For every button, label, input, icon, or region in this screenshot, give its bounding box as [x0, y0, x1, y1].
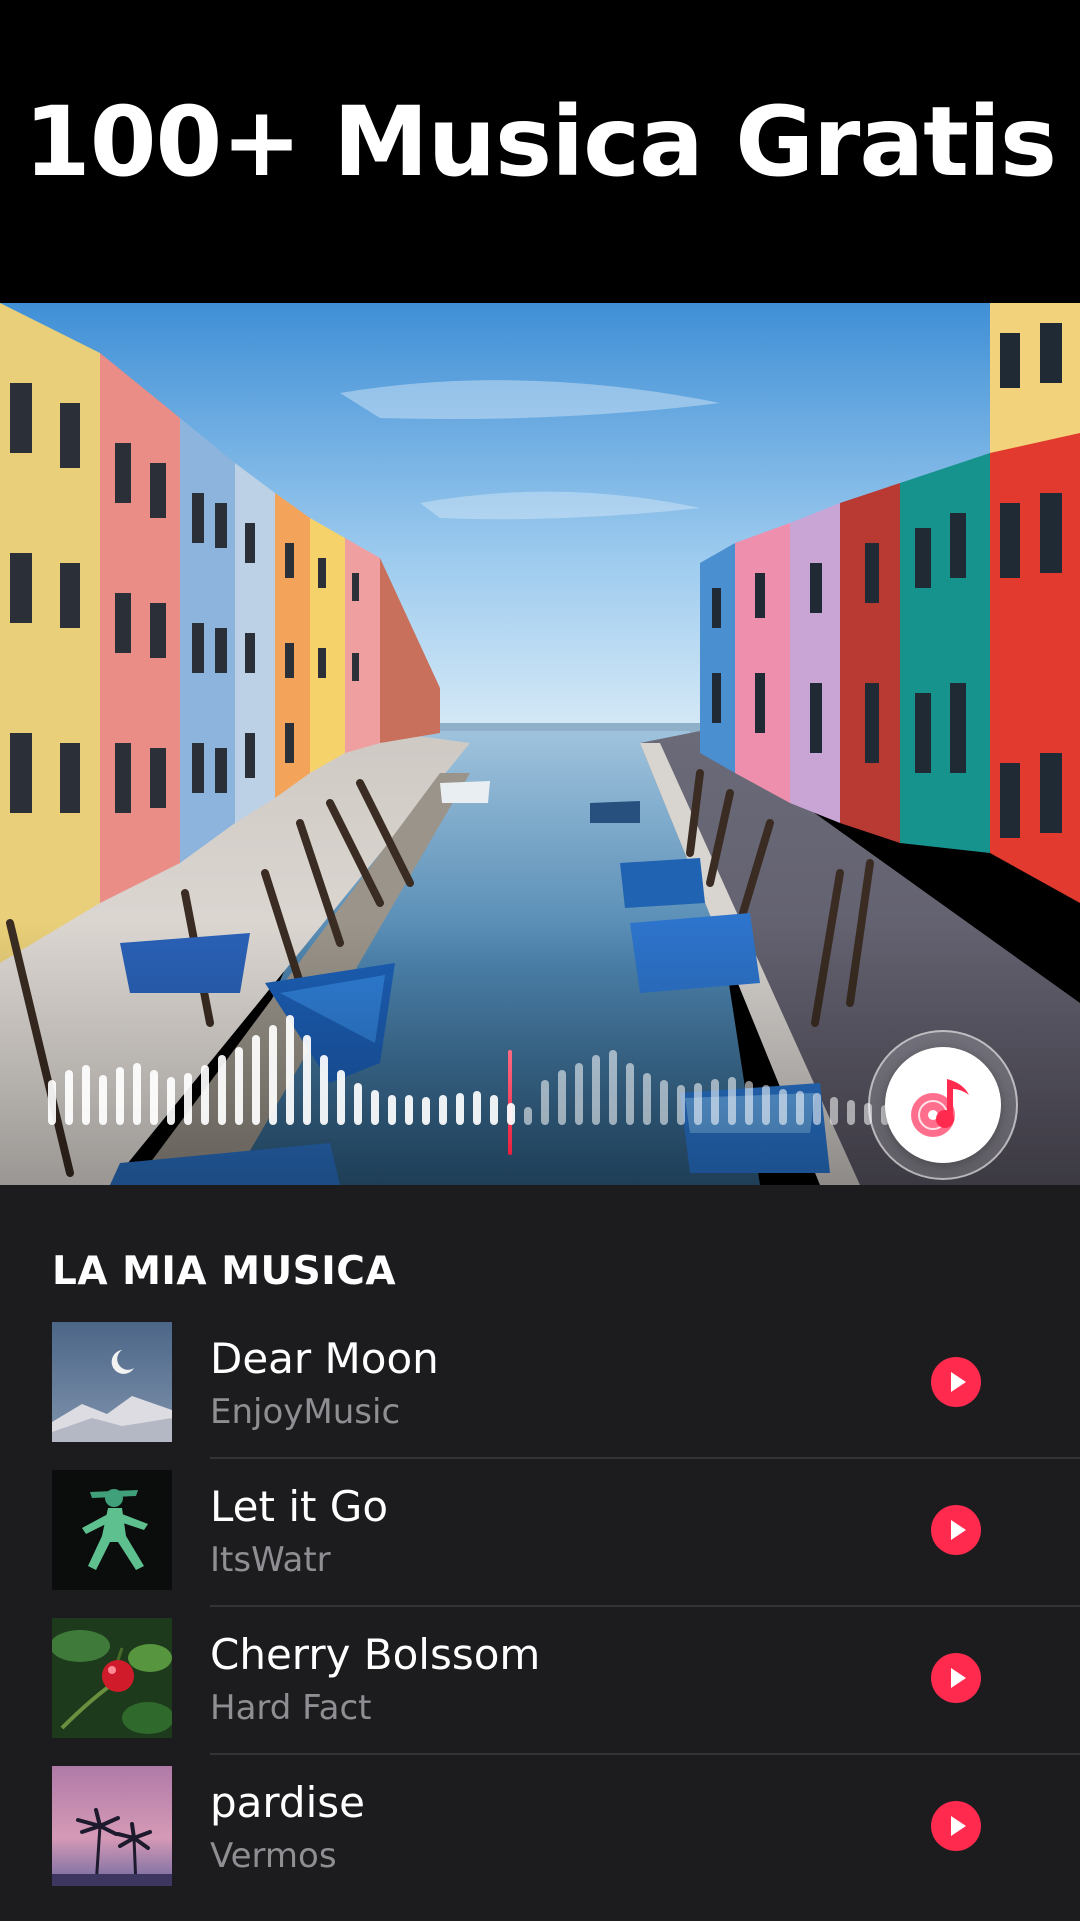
track-artist: Hard Fact: [210, 1688, 372, 1728]
waveform-bar: [575, 1063, 583, 1125]
waveform-bar: [320, 1055, 328, 1125]
waveform-bar: [235, 1047, 243, 1125]
waveform-bar: [796, 1091, 804, 1125]
track-artist: ItsWatr: [210, 1540, 331, 1580]
waveform-bar: [133, 1063, 141, 1125]
waveform-bar: [218, 1055, 226, 1125]
waveform-bar: [830, 1097, 838, 1125]
page-title: 100+ Musica Gratis: [23, 86, 1057, 198]
waveform-bar: [592, 1055, 600, 1125]
waveform-bar: [48, 1080, 56, 1125]
waveform-bar: [507, 1103, 515, 1125]
waveform-bar: [337, 1070, 345, 1125]
track-title: pardise: [210, 1778, 365, 1827]
waveform-bar: [371, 1090, 379, 1125]
my-music-section: LA MIA MUSICA Dear Moon EnjoyMusic Let i…: [0, 1185, 1080, 1921]
waveform-bar: [286, 1015, 294, 1125]
play-button[interactable]: [931, 1505, 981, 1555]
track-title: Let it Go: [210, 1482, 389, 1531]
play-icon: [951, 1520, 966, 1540]
waveform-bar: [269, 1025, 277, 1125]
waveform-bar: [184, 1073, 192, 1125]
track-artist: Vermos: [210, 1836, 337, 1876]
header: 100+ Musica Gratis: [0, 0, 1080, 303]
waveform-bar: [779, 1089, 787, 1125]
waveform-bar: [813, 1093, 821, 1125]
music-add-button[interactable]: [868, 1030, 1018, 1180]
play-button[interactable]: [931, 1801, 981, 1851]
walking-figure-thumbnail: [52, 1470, 172, 1590]
waveform-bar: [643, 1073, 651, 1125]
waveform-bar: [303, 1035, 311, 1125]
waveform-bar: [354, 1083, 362, 1125]
waveform-bar: [847, 1100, 855, 1125]
play-button[interactable]: [931, 1653, 981, 1703]
waveform-bar: [660, 1080, 668, 1125]
divider: [210, 1605, 1080, 1607]
waveform-bar: [626, 1063, 634, 1125]
waveform-bar: [762, 1085, 770, 1125]
waveform-bar: [150, 1070, 158, 1125]
play-button[interactable]: [931, 1357, 981, 1407]
waveform-bar: [711, 1079, 719, 1125]
waveform-bar: [456, 1093, 464, 1125]
play-icon: [951, 1668, 966, 1688]
waveform-bar: [677, 1085, 685, 1125]
waveform-bar: [65, 1070, 73, 1125]
track-title: Dear Moon: [210, 1334, 439, 1383]
section-title: LA MIA MUSICA: [52, 1249, 397, 1294]
waveform-bar: [490, 1095, 498, 1125]
waveform-bar: [201, 1065, 209, 1125]
waveform-bar: [405, 1095, 413, 1125]
track-artist: EnjoyMusic: [210, 1392, 401, 1432]
play-icon: [951, 1372, 966, 1392]
waveform-bar: [694, 1083, 702, 1125]
divider: [210, 1753, 1080, 1755]
track-row[interactable]: Let it Go ItsWatr: [0, 1470, 1080, 1618]
play-icon: [951, 1816, 966, 1836]
track-row[interactable]: Cherry Bolssom Hard Fact: [0, 1618, 1080, 1766]
track-row[interactable]: Dear Moon EnjoyMusic: [0, 1322, 1080, 1470]
track-title: Cherry Bolssom: [210, 1630, 541, 1679]
waveform-bar: [558, 1070, 566, 1125]
music-note-disc-icon: [911, 1079, 969, 1137]
divider: [210, 1457, 1080, 1459]
red-berry-thumbnail: [52, 1618, 172, 1738]
waveform-bar: [473, 1091, 481, 1125]
waveform-bar: [439, 1095, 447, 1125]
track-row[interactable]: pardise Vermos: [0, 1766, 1080, 1914]
moon-night-thumbnail: [52, 1322, 172, 1442]
waveform-bar: [524, 1107, 532, 1125]
waveform-bar: [388, 1095, 396, 1125]
waveform-bar: [82, 1065, 90, 1125]
waveform-bar: [252, 1035, 260, 1125]
waveform-bar: [541, 1080, 549, 1125]
audio-waveform[interactable]: [48, 995, 906, 1155]
waveform-bar: [745, 1081, 753, 1125]
palm-trees-thumbnail: [52, 1766, 172, 1886]
waveform-bar: [422, 1097, 430, 1125]
waveform-bar: [728, 1077, 736, 1125]
waveform-bar: [116, 1067, 124, 1125]
waveform-bar: [167, 1077, 175, 1125]
waveform-bar: [99, 1075, 107, 1125]
waveform-bar: [609, 1050, 617, 1125]
